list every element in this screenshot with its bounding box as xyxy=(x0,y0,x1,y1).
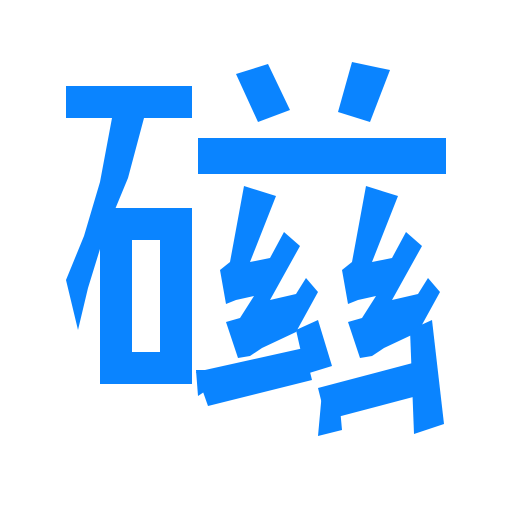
icon-canvas: 磁 xyxy=(0,0,512,512)
magnet-character-glyph: 磁 xyxy=(66,62,446,436)
